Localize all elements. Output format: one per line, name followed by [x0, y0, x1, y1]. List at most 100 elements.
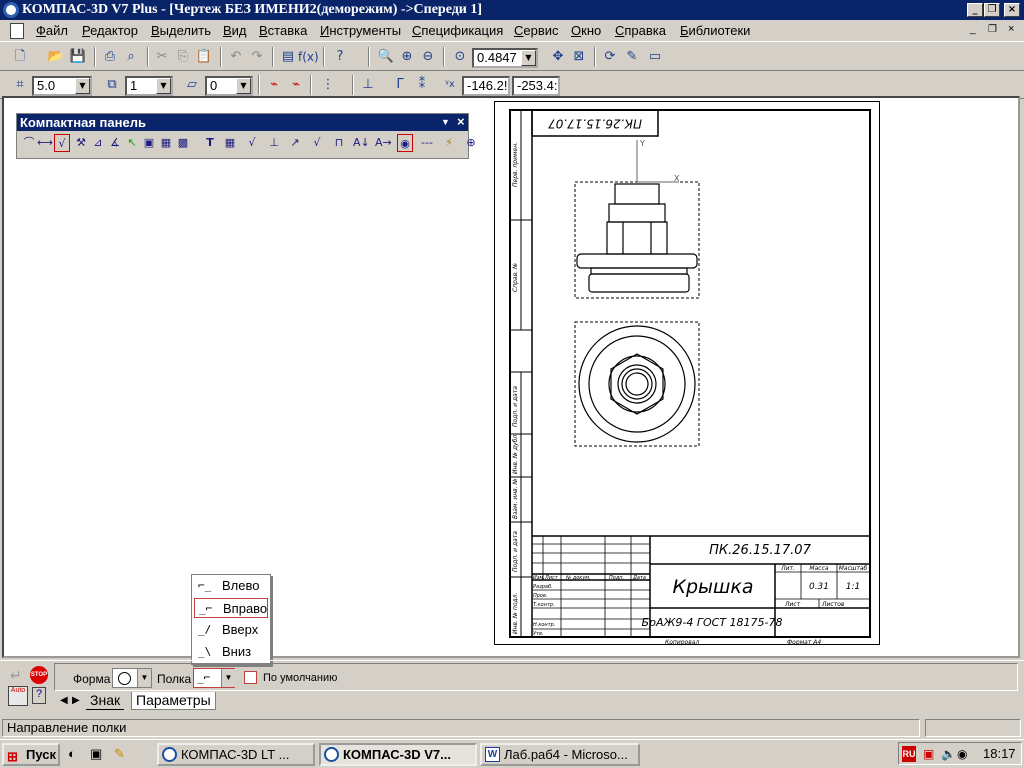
menu-item-up[interactable]: _/ Вверх — [194, 620, 268, 640]
parametrize-icon[interactable]: ⊿ — [90, 134, 106, 152]
maximize-button[interactable]: ❐ — [984, 3, 1000, 17]
chevron-down-icon[interactable]: ▼ — [137, 669, 151, 687]
close-button[interactable]: × — [1004, 3, 1020, 17]
menu-help[interactable]: Справка — [615, 23, 666, 38]
chevron-down-icon[interactable]: ▼ — [221, 669, 235, 687]
menu-service[interactable]: Сервис — [514, 23, 559, 38]
view-label-icon[interactable]: A→ — [375, 134, 392, 152]
chevron-down-icon[interactable]: ▼ — [441, 114, 450, 131]
cut-line-icon[interactable]: ⊓ — [331, 134, 347, 152]
round-icon[interactable]: ⁑ — [412, 76, 432, 94]
variables-icon[interactable]: ▤ — [278, 48, 298, 66]
pan-icon[interactable]: ✥ — [548, 48, 568, 66]
geometry-icon[interactable]: ⌒ — [21, 134, 37, 152]
save-icon[interactable]: 💾 — [68, 48, 88, 66]
table-icon[interactable]: ▦ — [222, 134, 238, 152]
style-icon[interactable]: ▱ — [182, 76, 202, 94]
wave-line-icon[interactable]: ⚡ — [441, 134, 457, 152]
display-mode-icon[interactable]: ▭ — [645, 48, 665, 66]
menu-insert[interactable]: Вставка — [259, 23, 307, 38]
axis-line-icon[interactable]: --- — [419, 134, 435, 152]
drawing-sheet[interactable]: ПК.26.15.17.07 Перв. примен. Справ. № По… — [494, 101, 880, 646]
ortho-icon[interactable]: Γ — [390, 76, 410, 94]
enter-icon[interactable]: ↵ — [10, 667, 22, 684]
chevron-down-icon[interactable]: ▼ — [521, 50, 536, 66]
quicklaunch-icon[interactable]: ▣ — [90, 746, 102, 762]
polka-combo[interactable]: _⌐ ▼ — [193, 668, 235, 688]
start-button[interactable]: ⊞ Пуск — [2, 743, 60, 766]
volume-icon[interactable]: 🔈 — [941, 747, 956, 761]
measure-icon[interactable]: ∡ — [107, 134, 123, 152]
local-cs-icon[interactable]: ⊥ — [358, 76, 378, 94]
doc-close-button[interactable]: × — [1008, 23, 1014, 35]
menu-select[interactable]: Выделить — [151, 23, 211, 38]
chevron-down-icon[interactable]: ▼ — [75, 78, 90, 94]
zoom-window-icon[interactable]: 🔍 — [376, 48, 396, 66]
default-checkbox[interactable] — [244, 671, 257, 684]
menu-item-right[interactable]: _⌐ Вправо — [194, 598, 268, 618]
chevron-down-icon[interactable]: ▼ — [236, 78, 251, 94]
paste-icon[interactable]: 📋 — [194, 48, 214, 66]
reports-icon[interactable]: ▩ — [175, 134, 191, 152]
zoom-in-icon[interactable]: ⊕ — [397, 48, 417, 66]
snap-local-icon[interactable]: ⌁ — [286, 76, 306, 94]
associative-icon[interactable]: ▣ — [141, 134, 157, 152]
snap-icon[interactable]: ⌁ — [264, 76, 284, 94]
properties-icon[interactable]: ✎ — [622, 48, 642, 66]
menu-item-left[interactable]: ⌐_ Влево — [194, 576, 268, 596]
text-icon[interactable]: T — [202, 134, 218, 152]
menu-libraries[interactable]: Библиотеки — [680, 23, 750, 38]
zoom-scale-icon[interactable]: ⊙ — [450, 48, 470, 66]
task-kompas-v7[interactable]: КОМПАС-3D V7... — [319, 743, 477, 766]
layer-combo[interactable]: 1 ▼ — [125, 76, 173, 96]
copy-icon[interactable]: ⎘ — [173, 48, 193, 66]
language-icon[interactable]: RU — [902, 746, 916, 762]
coord-x-field[interactable]: -146.2! — [462, 76, 510, 96]
step-icon[interactable]: ⌗ — [10, 76, 30, 94]
menu-tools[interactable]: Инструменты — [320, 23, 401, 38]
base-icon[interactable]: ⊥ — [266, 134, 282, 152]
task-word[interactable]: W Лаб.раб4 - Microso... — [480, 743, 640, 766]
quicklaunch-icon[interactable]: ◐ — [68, 746, 76, 761]
menu-window[interactable]: Окно — [571, 23, 601, 38]
cut-icon[interactable]: ✂ — [152, 48, 172, 66]
help-icon[interactable]: ? — [32, 687, 46, 704]
symbols-icon[interactable]: √ — [54, 134, 70, 152]
mark-icon[interactable]: ◉ — [397, 134, 413, 152]
dimensions-icon[interactable]: ⟷ — [37, 134, 53, 152]
menu-file[interactable]: Файл — [36, 23, 68, 38]
task-kompas-lt[interactable]: КОМПАС-3D LT ... — [157, 743, 315, 766]
grid-icon[interactable]: ⋮ — [318, 76, 338, 94]
tab-next-icon[interactable]: ▶ — [72, 695, 80, 706]
zoom-combo[interactable]: 0.4847 ▼ — [472, 48, 538, 68]
print-preview-icon[interactable]: ⌕ — [121, 48, 141, 66]
tab-prev-icon[interactable]: ◀ — [60, 695, 68, 706]
layer-icon[interactable]: ⧉ — [102, 76, 122, 94]
undo-icon[interactable]: ↶ — [226, 48, 246, 66]
roughness-icon[interactable]: √ — [244, 134, 260, 152]
tab-znak[interactable]: Знак — [86, 692, 125, 710]
stop-icon[interactable]: STOP — [30, 666, 48, 684]
menu-item-down[interactable]: _\ Вниз — [194, 642, 268, 662]
open-icon[interactable]: 📂 — [46, 48, 66, 66]
tolerance-icon[interactable]: √ — [309, 134, 325, 152]
doc-restore-button[interactable]: ❐ — [988, 24, 997, 35]
print-icon[interactable]: ⎙ — [100, 48, 120, 66]
new-icon[interactable]: 🗋 — [10, 48, 30, 66]
quicklaunch-icon[interactable]: ✎ — [114, 746, 125, 762]
edit-icon[interactable]: ⚒ — [73, 134, 89, 152]
menu-editor[interactable]: Редактор — [82, 23, 138, 38]
coord-y-field[interactable]: -253.4: — [512, 76, 560, 96]
menu-view[interactable]: Вид — [223, 23, 247, 38]
show-all-icon[interactable]: ⊠ — [569, 48, 589, 66]
menu-specification[interactable]: Спецификация — [412, 23, 503, 38]
forma-combo[interactable]: ▼ — [112, 668, 152, 688]
spec-icon[interactable]: ▦ — [158, 134, 174, 152]
minimize-button[interactable]: _ — [967, 3, 983, 17]
chevron-down-icon[interactable]: ▼ — [156, 78, 171, 94]
refresh-icon[interactable]: ⟳ — [600, 48, 620, 66]
style-combo[interactable]: 0 ▼ — [205, 76, 253, 96]
document-icon[interactable] — [10, 23, 24, 39]
redo-icon[interactable]: ↷ — [247, 48, 267, 66]
close-icon[interactable]: × — [457, 113, 465, 130]
